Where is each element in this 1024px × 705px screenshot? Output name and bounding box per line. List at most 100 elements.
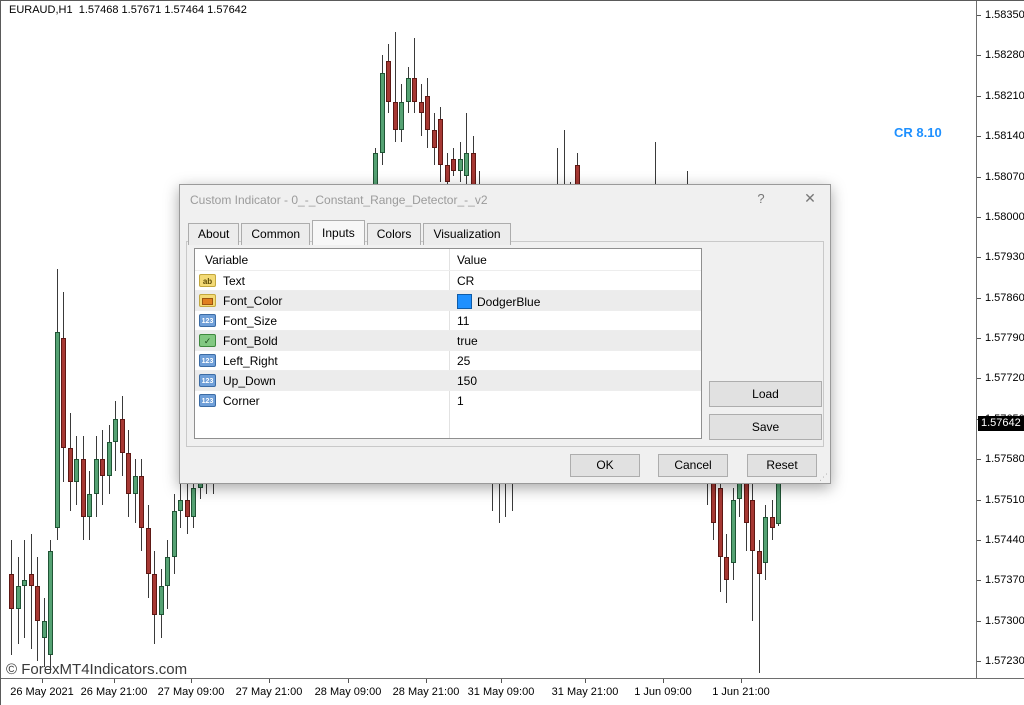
time-label: 31 May 21:00 [552,686,619,698]
bull-candle [406,78,411,101]
ohlc-readout: 1.57468 1.57671 1.57464 1.57642 [79,4,247,16]
time-tick [348,679,349,683]
bear-candle [412,78,417,101]
param-value[interactable]: true [457,334,478,348]
time-tick [501,679,502,683]
table-row[interactable]: 123 Corner 1 [195,390,701,411]
table-row[interactable]: 123 Left_Right 25 [195,350,701,371]
number-parameter-icon: 123 [199,394,216,407]
bear-candle [61,338,66,448]
dialog-titlebar[interactable]: Custom Indicator - 0_-_Constant_Range_De… [180,185,830,215]
table-row[interactable]: ab Text CR [195,270,701,291]
tab-inputs[interactable]: Inputs [312,220,365,245]
bull-candle [42,621,47,638]
param-name: Corner [223,394,260,408]
price-tick [977,177,981,178]
price-tick [977,378,981,379]
custom-indicator-dialog: Custom Indicator - 0_-_Constant_Range_De… [179,184,831,484]
tab-about[interactable]: About [188,223,239,245]
time-tick [741,679,742,683]
price-label: 1.57230 [985,655,1024,667]
tab-colors[interactable]: Colors [367,223,422,245]
boolean-parameter-icon: ✓ [199,334,216,347]
time-tick [663,679,664,683]
price-label: 1.57930 [985,251,1024,263]
bull-candle [159,586,164,615]
bull-candle [55,332,60,528]
header-variable: Variable [205,253,248,267]
price-tick [977,540,981,541]
bear-candle [29,574,34,586]
text-parameter-icon: ab [199,274,216,287]
resize-grip-icon[interactable]: ⋰ [819,473,828,481]
tab-common[interactable]: Common [241,223,310,245]
time-label: 31 May 09:00 [468,686,535,698]
bear-candle [438,119,443,165]
param-value[interactable]: 150 [457,374,477,388]
bull-candle [113,419,118,442]
bear-candle [445,165,450,182]
price-tick [977,500,981,501]
param-value[interactable]: 1 [457,394,464,408]
help-icon[interactable]: ? [752,191,770,206]
time-tick [426,679,427,683]
price-label: 1.58000 [985,211,1024,223]
bull-candle [763,517,768,563]
price-tick [977,217,981,218]
time-label: 28 May 21:00 [393,686,460,698]
bear-candle [744,482,749,522]
param-name: Text [223,274,245,288]
bull-candle [399,102,404,131]
tab-visualization[interactable]: Visualization [423,223,510,245]
price-label: 1.58070 [985,171,1024,183]
param-value[interactable]: 25 [457,354,470,368]
candle-wick [31,534,32,649]
bull-candle [737,482,742,499]
time-label: 27 May 21:00 [236,686,303,698]
param-value[interactable]: DodgerBlue [457,294,540,309]
bear-candle [750,500,755,552]
price-label: 1.58210 [985,90,1024,102]
current-price-tag: 1.57642 [978,416,1024,431]
cancel-button[interactable]: Cancel [658,454,728,477]
param-value[interactable]: CR [457,274,474,288]
ok-button[interactable]: OK [570,454,640,477]
time-label: 26 May 2021 [10,686,74,698]
table-row[interactable]: 123 Up_Down 150 [195,370,701,391]
price-tick [977,580,981,581]
save-button[interactable]: Save [709,414,822,440]
table-row[interactable]: 123 Font_Size 11 [195,310,701,331]
price-tick [977,459,981,460]
number-parameter-icon: 123 [199,374,216,387]
param-value[interactable]: 11 [457,314,469,328]
bear-candle [386,61,391,101]
dodgerblue-color-swatch [457,294,472,309]
time-tick [191,679,192,683]
bull-candle [464,153,469,176]
bear-candle [419,102,424,114]
load-button[interactable]: Load [709,381,822,407]
bear-candle [711,482,716,522]
bear-candle [185,500,190,517]
close-icon[interactable]: ✕ [800,190,820,207]
param-name: Left_Right [223,354,278,368]
bull-candle [172,511,177,557]
bear-candle [432,130,437,147]
price-axis[interactable]: 1.583501.582801.582101.581401.580701.580… [976,1,1024,678]
bull-candle [178,500,183,512]
time-label: 26 May 21:00 [81,686,148,698]
price-tick [977,257,981,258]
bull-candle [191,488,196,517]
reset-button[interactable]: Reset [747,454,817,477]
bull-candle [380,73,385,154]
price-tick [977,15,981,16]
table-row[interactable]: Font_Color DodgerBlue [195,290,701,311]
table-row[interactable]: ✓ Font_Bold true [195,330,701,351]
price-label: 1.57580 [985,453,1024,465]
parameters-table: Variable Value ab Text CR Font_Color Dod… [194,248,702,439]
time-axis[interactable]: 26 May 202126 May 21:0027 May 09:0027 Ma… [1,678,1024,705]
bull-candle [16,586,21,609]
bear-candle [724,557,729,580]
param-name: Font_Color [223,294,282,308]
time-tick [585,679,586,683]
